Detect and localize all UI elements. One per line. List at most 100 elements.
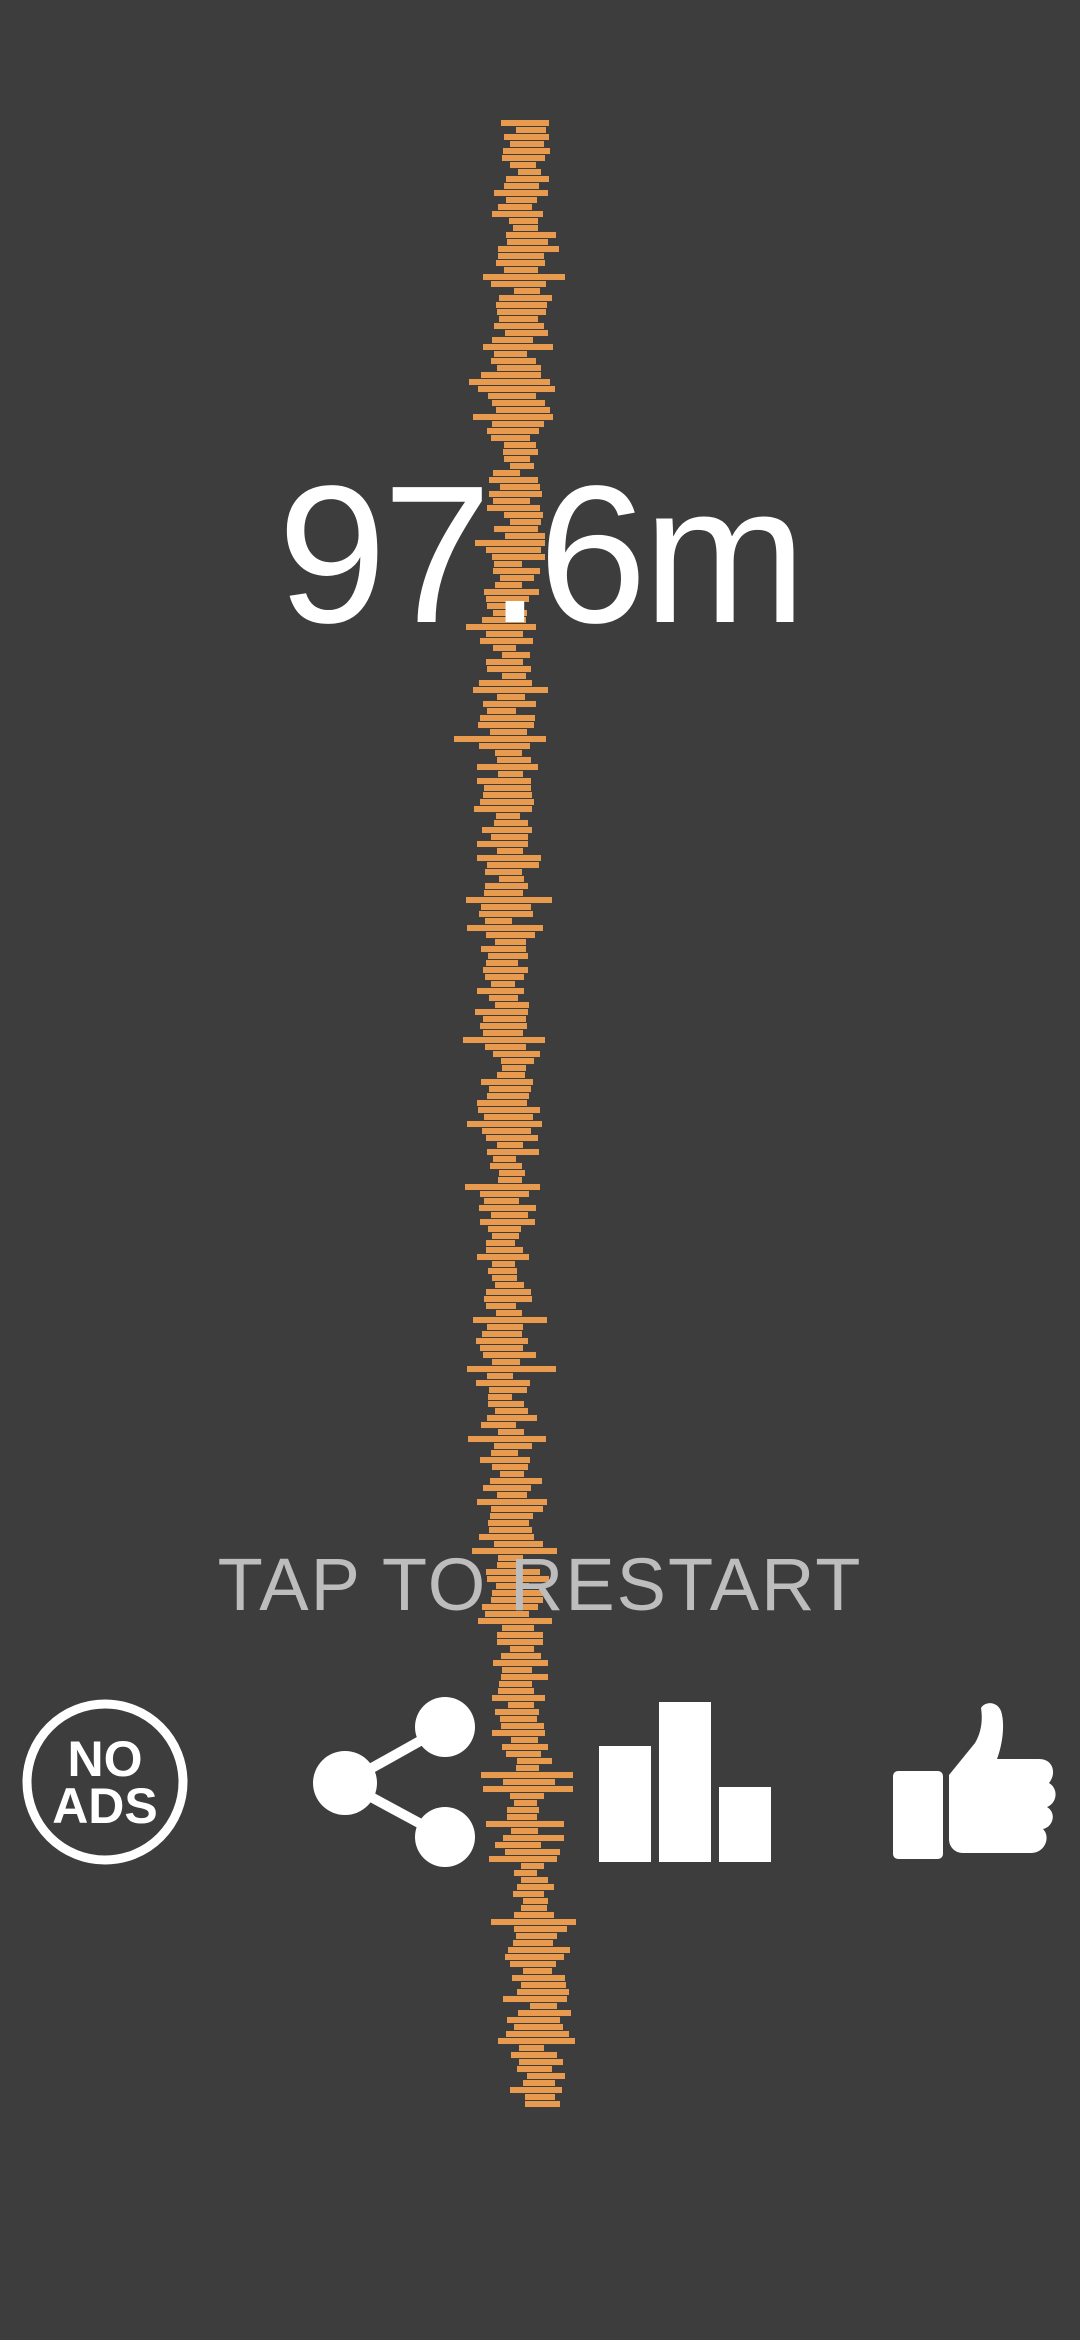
tower-block: [530, 2003, 557, 2009]
tower-block: [510, 162, 536, 168]
tower-block: [495, 1282, 524, 1288]
tower-block: [497, 694, 525, 700]
tower-block: [480, 1023, 527, 1029]
tower-block: [477, 855, 541, 861]
tower-block: [476, 1380, 530, 1386]
tower-block: [498, 204, 532, 210]
tower-block: [512, 1975, 565, 1981]
tower-block: [483, 1352, 536, 1358]
tower-block: [492, 211, 543, 217]
tower-block: [510, 1793, 544, 1799]
tower-block: [495, 939, 526, 945]
tower-block: [507, 1814, 537, 1820]
like-button[interactable]: [893, 1703, 1058, 1863]
score-display: 97.6m: [277, 445, 807, 664]
tower-block: [519, 2059, 563, 2065]
tower-block: [487, 1149, 539, 1155]
tower-block: [486, 932, 535, 938]
tower-block: [489, 1086, 531, 1092]
tower-block: [498, 1177, 522, 1183]
tower-block: [489, 1856, 557, 1862]
tower-block: [507, 239, 548, 245]
tower-block: [507, 1807, 539, 1813]
tower-block: [498, 246, 559, 252]
tower-block: [466, 897, 552, 903]
tower-block: [492, 1275, 517, 1281]
no-ads-button[interactable]: NO ADS: [20, 1697, 190, 1867]
tower-block: [521, 1905, 547, 1911]
tower-block: [497, 1639, 543, 1645]
tower-block: [479, 743, 530, 749]
tower-block: [479, 680, 532, 686]
tower-block: [485, 869, 522, 875]
tower-block: [501, 1674, 548, 1680]
tower-block: [504, 183, 539, 189]
tower-block: [480, 1457, 530, 1463]
tower-block: [493, 1660, 548, 1666]
tower-block: [509, 218, 538, 224]
tower-block: [511, 1737, 538, 1743]
tower-block: [484, 890, 523, 896]
tower-block: [487, 666, 531, 672]
tower-block: [482, 827, 532, 833]
tower-block: [477, 841, 528, 847]
share-button[interactable]: [310, 1695, 485, 1870]
tower-block: [486, 1821, 564, 1827]
tower-block: [486, 1247, 523, 1253]
tower-block: [483, 967, 528, 973]
tower-block: [473, 1317, 547, 1323]
tower-block: [486, 960, 518, 966]
no-ads-line2: ADS: [52, 1778, 158, 1834]
tower-block: [514, 1800, 537, 1806]
tower-block: [483, 701, 536, 707]
tower-block: [508, 1702, 534, 1708]
tower-block: [493, 1156, 516, 1162]
tower-block: [495, 1002, 529, 1008]
tower-block: [506, 232, 556, 238]
tower-block: [487, 862, 539, 868]
tower-block: [513, 1940, 553, 1946]
share-icon: [313, 1697, 475, 1867]
tower-block: [510, 2087, 562, 2093]
tower-block: [478, 1107, 540, 1113]
tower-block: [491, 435, 530, 441]
tower-block: [489, 995, 518, 1001]
tower-block: [495, 1709, 539, 1715]
tower-block: [514, 1926, 567, 1932]
thumbs-up-icon: [893, 1703, 1056, 1859]
tower-block: [491, 834, 528, 840]
tower-block: [498, 1688, 534, 1694]
tower-block: [477, 1254, 529, 1260]
tower-block: [492, 1730, 545, 1736]
tower-block: [505, 1849, 560, 1855]
tower-block: [496, 813, 520, 819]
tower-block: [496, 302, 547, 308]
tower-block: [480, 1191, 529, 1197]
tower-block: [502, 1065, 526, 1071]
tower-block: [514, 1870, 537, 1876]
tower-block: [491, 1506, 543, 1512]
tower-block: [492, 1261, 515, 1267]
tower-block: [487, 1373, 513, 1379]
tower-block: [487, 1093, 529, 1099]
tower-block: [476, 1338, 528, 1344]
tower-block: [477, 1499, 547, 1505]
tower-block: [499, 316, 538, 322]
tower-block: [497, 1632, 543, 1638]
tower-block: [473, 414, 553, 420]
tower-block: [516, 1933, 557, 1939]
tap-to-restart-prompt[interactable]: TAP TO RESTART: [0, 1540, 1080, 1630]
tower-block: [494, 323, 544, 329]
tower-block: [490, 1163, 522, 1169]
tower-block: [502, 155, 545, 161]
tower-block: [479, 1205, 536, 1211]
tower-block: [495, 750, 522, 756]
leaderboard-button[interactable]: [597, 1700, 772, 1865]
tower-block: [492, 1464, 528, 1470]
tower-block: [490, 729, 527, 735]
tower-block: [521, 1982, 566, 1988]
tower-block: [523, 2080, 555, 2086]
tower-block: [481, 904, 531, 910]
tower-block: [486, 1240, 515, 1246]
tower-block: [503, 148, 550, 154]
